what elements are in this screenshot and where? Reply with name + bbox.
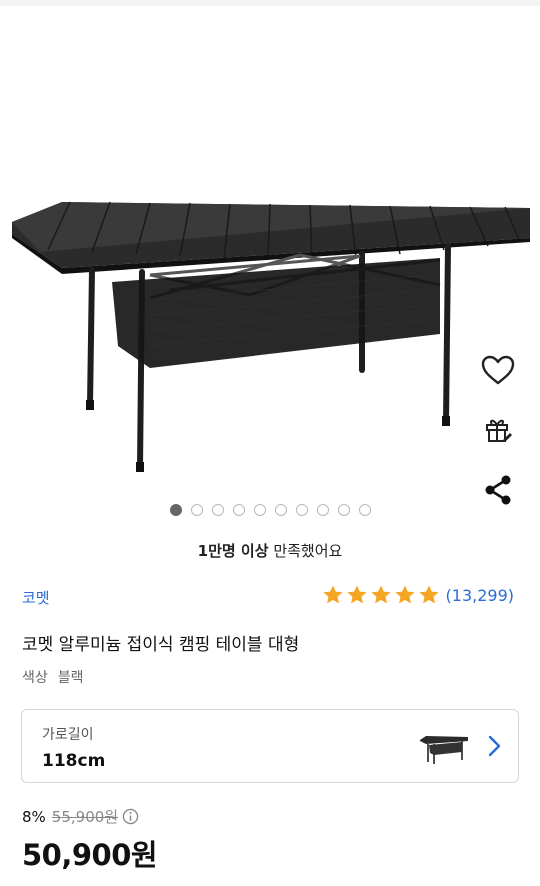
option-name: 색상 — [22, 670, 48, 686]
carousel-dot[interactable] — [254, 504, 266, 516]
option-value: 블랙 — [57, 670, 84, 686]
satisfaction-text: 1만명 이상 만족했어요 — [0, 540, 540, 561]
info-icon[interactable] — [122, 808, 139, 825]
original-price: 55,900원 — [51, 808, 119, 826]
gift-button[interactable] — [478, 410, 518, 450]
wishlist-button[interactable] — [478, 350, 518, 390]
review-count[interactable]: (13,299) — [446, 586, 514, 605]
carousel-dot[interactable] — [275, 504, 287, 516]
option-thumbnail — [420, 736, 468, 764]
star-icon — [395, 585, 415, 604]
satisfaction-rest: 만족했어요 — [268, 542, 343, 560]
carousel-dot[interactable] — [296, 504, 308, 516]
sale-price: 50,900원 — [22, 838, 158, 872]
camping-table-image — [12, 201, 530, 472]
discount-row: 8% 55,900원 — [22, 806, 139, 827]
star-icon — [371, 585, 391, 604]
star-icon — [323, 585, 343, 604]
rating[interactable]: (13,299) — [322, 584, 514, 606]
image-carousel-dots — [0, 504, 540, 516]
carousel-dot[interactable] — [317, 504, 329, 516]
carousel-dot[interactable] — [191, 504, 203, 516]
satisfaction-highlight: 1만명 이상 — [197, 542, 269, 560]
top-strip — [0, 0, 540, 6]
share-icon — [485, 475, 511, 505]
discount-rate: 8% — [22, 807, 46, 826]
star-icon — [419, 585, 439, 604]
option-selector-label: 가로길이 — [42, 727, 94, 743]
option-selector-value: 118cm — [42, 751, 106, 771]
carousel-dot[interactable] — [212, 504, 224, 516]
carousel-dot[interactable] — [170, 504, 182, 516]
heart-icon — [481, 355, 515, 385]
star-icon — [347, 585, 367, 604]
chevron-right-icon — [488, 735, 501, 757]
selected-color: 색상 블랙 — [22, 667, 84, 687]
product-image[interactable] — [0, 150, 540, 490]
carousel-dot[interactable] — [338, 504, 350, 516]
carousel-dot[interactable] — [233, 504, 245, 516]
star-rating — [322, 584, 440, 606]
size-option-selector[interactable]: 가로길이 118cm — [21, 709, 519, 783]
product-title: 코멧 알루미늄 접이식 캠핑 테이블 대형 — [22, 635, 300, 655]
carousel-dot[interactable] — [359, 504, 371, 516]
gift-icon — [486, 419, 512, 442]
brand-link[interactable]: 코멧 — [22, 587, 50, 608]
